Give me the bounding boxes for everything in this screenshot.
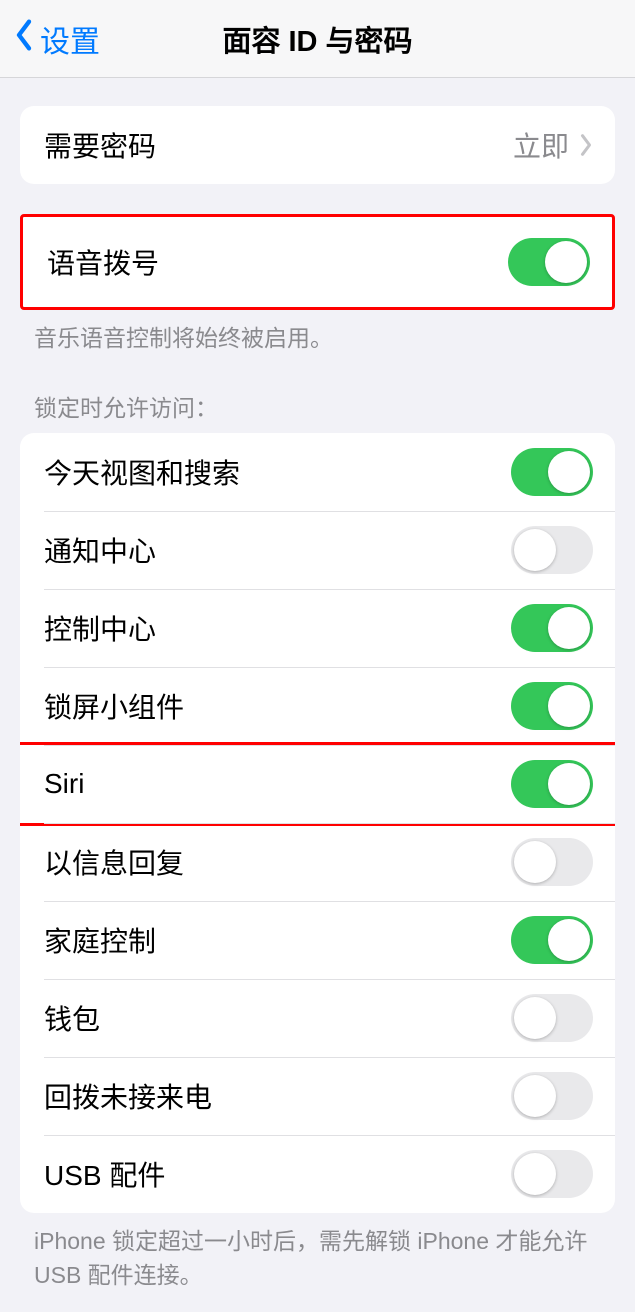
voice-dial-footer: 音乐语音控制将始终被启用。 [0,310,635,355]
lock-access-row: 通知中心 [20,511,615,589]
lock-access-label: Siri [44,768,511,800]
lock-access-label: 控制中心 [44,608,511,648]
lock-access-label: 钱包 [44,998,511,1038]
lock-access-row: 回拨未接来电 [20,1057,615,1135]
back-label: 设置 [40,17,100,61]
lock-access-label: 锁屏小组件 [44,686,511,726]
lock-access-row: Siri [20,745,615,823]
voice-dial-toggle[interactable] [508,238,590,286]
voice-dial-row: 语音拨号 [23,217,612,307]
lock-access-label: USB 配件 [44,1154,511,1194]
lock-access-toggle[interactable] [511,448,593,496]
lock-access-row: 钱包 [20,979,615,1057]
lock-access-toggle[interactable] [511,994,593,1042]
lock-access-toggle[interactable] [511,526,593,574]
lock-access-label: 今天视图和搜索 [44,452,511,492]
lock-access-toggle[interactable] [511,604,593,652]
lock-access-toggle[interactable] [511,1072,593,1120]
lock-access-row: 以信息回复 [20,823,615,901]
lock-access-toggle[interactable] [511,916,593,964]
lock-access-label: 以信息回复 [44,842,511,882]
lock-access-label: 回拨未接来电 [44,1076,511,1116]
require-passcode-label: 需要密码 [44,125,513,165]
chevron-right-icon [579,133,593,157]
require-passcode-value: 立即 [513,125,569,165]
chevron-left-icon [14,18,34,60]
lock-access-toggle[interactable] [511,760,593,808]
require-passcode-group: 需要密码 立即 [20,106,615,184]
lock-access-row: USB 配件 [20,1135,615,1213]
lock-access-label: 通知中心 [44,530,511,570]
voice-dial-group: 语音拨号 [20,214,615,310]
navigation-bar: 设置 面容 ID 与密码 [0,0,635,78]
lock-access-row: 锁屏小组件 [20,667,615,745]
back-button[interactable]: 设置 [0,17,100,61]
lock-access-row: 家庭控制 [20,901,615,979]
lock-access-toggle[interactable] [511,838,593,886]
lock-access-header: 锁定时允许访问： [0,355,635,433]
lock-access-toggle[interactable] [511,1150,593,1198]
voice-dial-label: 语音拨号 [47,242,508,282]
lock-access-group: 今天视图和搜索通知中心控制中心锁屏小组件 Siri 以信息回复家庭控制钱包回拨未接来… [20,433,615,1213]
require-passcode-row[interactable]: 需要密码 立即 [20,106,615,184]
lock-access-label: 家庭控制 [44,920,511,960]
lock-access-row: 控制中心 [20,589,615,667]
lock-access-toggle[interactable] [511,682,593,730]
lock-access-row: 今天视图和搜索 [20,433,615,511]
